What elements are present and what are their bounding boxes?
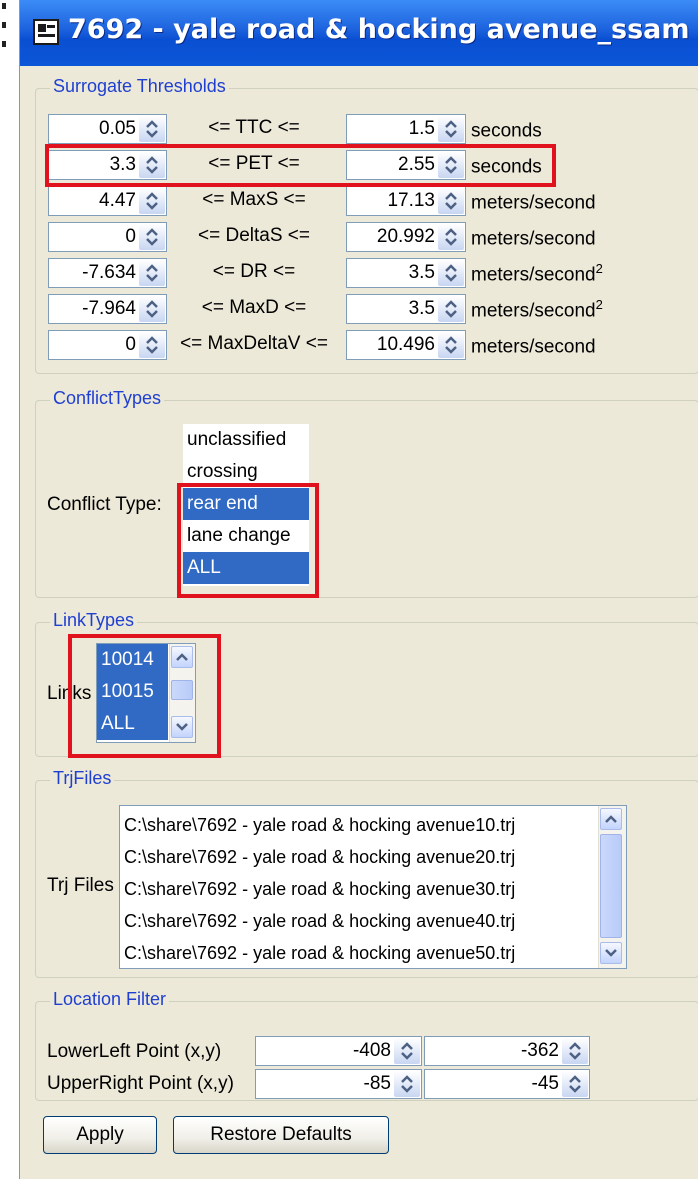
threshold-operator-label: <= DeltaS <= <box>198 225 310 246</box>
spinner-icon[interactable] <box>139 188 165 214</box>
lower-left-label: LowerLeft Point (x,y) <box>47 1041 222 1062</box>
spinner-icon[interactable] <box>139 296 165 322</box>
spinner-icon[interactable] <box>139 116 165 142</box>
threshold-lower-field[interactable]: 0 <box>48 330 167 360</box>
conflict-type-label: Conflict Type: <box>47 494 162 515</box>
conflict-type-option[interactable]: unclassified <box>183 424 309 456</box>
restore-defaults-button[interactable]: Restore Defaults <box>173 1116 389 1154</box>
spinner-icon[interactable] <box>139 224 165 250</box>
spinner-icon[interactable] <box>394 1038 420 1064</box>
spinner-icon[interactable] <box>139 260 165 286</box>
threshold-unit-label: meters/second2 <box>471 297 603 322</box>
spinner-icon[interactable] <box>562 1038 588 1064</box>
threshold-lower-field[interactable]: 0.05 <box>48 114 167 144</box>
threshold-lower-field[interactable]: 4.47 <box>48 186 167 216</box>
spinner-icon[interactable] <box>438 224 464 250</box>
links-highlight-box <box>68 634 221 758</box>
upper-right-y-field[interactable]: -45 <box>424 1069 590 1099</box>
threshold-upper-field[interactable]: 1.5 <box>346 114 466 144</box>
trj-scroll-up-button[interactable] <box>600 808 622 830</box>
threshold-operator-label: <= MaxD <= <box>201 297 307 318</box>
threshold-upper-field[interactable]: 10.496 <box>346 330 466 360</box>
trj-scroll-thumb[interactable] <box>600 834 622 938</box>
threshold-upper-field[interactable]: 3.5 <box>346 258 466 288</box>
spinner-icon[interactable] <box>438 116 464 142</box>
link-types-legend: LinkTypes <box>50 610 138 631</box>
threshold-operator-label: <= TTC <= <box>208 117 300 138</box>
trj-file-item[interactable]: C:\share\7692 - yale road & hocking aven… <box>120 905 596 937</box>
window-edge-marker <box>0 0 6 60</box>
spinner-icon[interactable] <box>562 1071 588 1097</box>
threshold-lower-field[interactable]: 0 <box>48 222 167 252</box>
lower-left-x-field[interactable]: -408 <box>255 1036 422 1066</box>
pet-highlight-box <box>45 144 556 187</box>
surrogate-thresholds-legend: Surrogate Thresholds <box>50 76 229 97</box>
threshold-unit-label: meters/second <box>471 228 596 250</box>
chevron-up-icon <box>605 815 617 823</box>
spinner-icon[interactable] <box>438 296 464 322</box>
trj-files-legend: TrjFiles <box>50 768 115 789</box>
trj-file-item[interactable]: C:\share\7692 - yale road & hocking aven… <box>120 937 596 969</box>
threshold-unit-label: meters/second <box>471 336 596 358</box>
apply-button[interactable]: Apply <box>43 1116 157 1154</box>
title-bar[interactable]: 7692 - yale road & hocking avenue_ssam <box>20 0 698 66</box>
window-title: 7692 - yale road & hocking avenue_ssam <box>68 14 690 45</box>
threshold-lower-field[interactable]: -7.634 <box>48 258 167 288</box>
spinner-icon[interactable] <box>438 260 464 286</box>
window-icon[interactable] <box>33 19 59 45</box>
threshold-lower-field[interactable]: -7.964 <box>48 294 167 324</box>
trj-file-item[interactable]: C:\share\7692 - yale road & hocking aven… <box>120 841 596 873</box>
threshold-upper-field[interactable]: 17.13 <box>346 186 466 216</box>
chevron-down-icon <box>605 949 617 957</box>
conflict-types-legend: ConflictTypes <box>50 388 165 409</box>
threshold-unit-label: meters/second <box>471 192 596 214</box>
threshold-upper-field[interactable]: 3.5 <box>346 294 466 324</box>
upper-right-label: UpperRight Point (x,y) <box>47 1073 234 1094</box>
threshold-upper-field[interactable]: 20.992 <box>346 222 466 252</box>
threshold-operator-label: <= MaxDeltaV <= <box>180 333 328 354</box>
lower-left-y-field[interactable]: -362 <box>424 1036 590 1066</box>
spinner-icon[interactable] <box>438 188 464 214</box>
trj-files-scrollbar[interactable] <box>598 806 626 968</box>
spinner-icon[interactable] <box>438 332 464 358</box>
trj-files-label: Trj Files <box>47 875 114 896</box>
threshold-unit-label: meters/second2 <box>471 261 603 286</box>
threshold-unit-label: seconds <box>471 120 542 142</box>
trj-scroll-down-button[interactable] <box>600 942 622 964</box>
threshold-operator-label: <= MaxS <= <box>202 189 306 210</box>
location-filter-legend: Location Filter <box>50 989 170 1010</box>
conflict-type-highlight-box <box>177 483 319 598</box>
spinner-icon[interactable] <box>394 1071 420 1097</box>
trj-file-item[interactable]: C:\share\7692 - yale road & hocking aven… <box>120 873 596 905</box>
spinner-icon[interactable] <box>139 332 165 358</box>
threshold-operator-label: <= DR <= <box>212 261 296 282</box>
trj-file-item[interactable]: C:\share\7692 - yale road & hocking aven… <box>120 809 596 841</box>
ssam-window: 7692 - yale road & hocking avenue_ssam S… <box>19 0 698 1179</box>
upper-right-x-field[interactable]: -85 <box>255 1069 422 1099</box>
trj-files-listbox[interactable]: C:\share\7692 - yale road & hocking aven… <box>119 805 627 969</box>
